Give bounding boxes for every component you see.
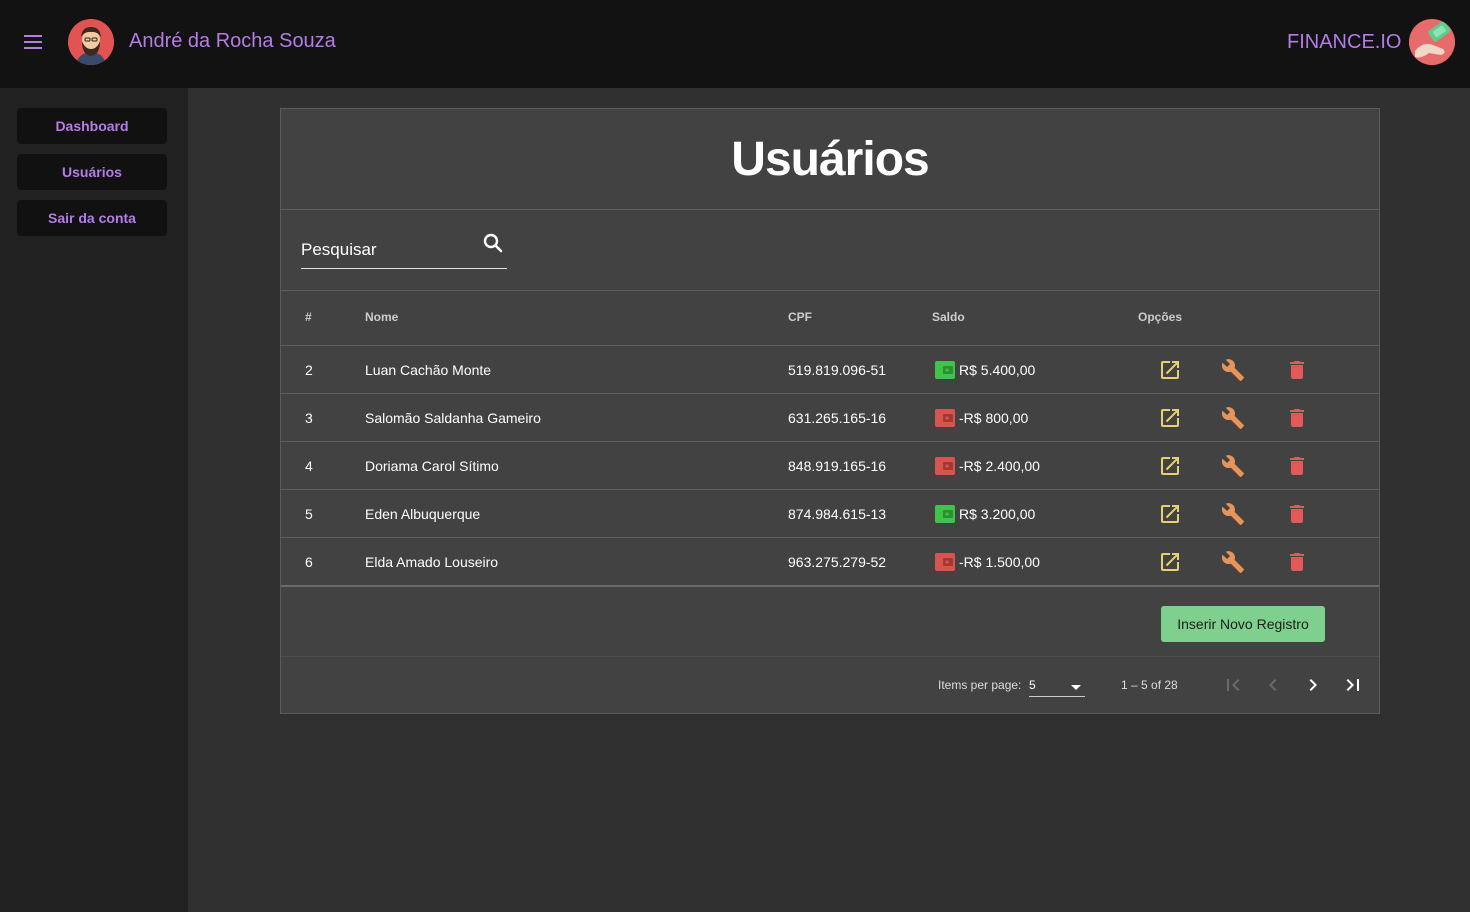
row-saldo: R$ 3.200,00	[959, 506, 1036, 522]
sidebar-item-logout[interactable]: Sair da conta	[17, 200, 167, 236]
trash-icon[interactable]	[1285, 502, 1309, 526]
trash-icon[interactable]	[1285, 358, 1309, 382]
wrench-icon[interactable]	[1221, 454, 1245, 478]
column-header-saldo[interactable]: Saldo	[932, 310, 965, 324]
sidebar: Dashboard Usuários Sair da conta	[0, 88, 188, 912]
row-id: 5	[305, 506, 313, 522]
sidebar-item-dashboard[interactable]: Dashboard	[17, 108, 167, 144]
column-header-cpf[interactable]: CPF	[788, 310, 812, 324]
open-in-new-icon[interactable]	[1158, 550, 1182, 574]
row-cpf: 963.275.279-52	[788, 554, 887, 570]
trash-icon[interactable]	[1285, 406, 1309, 430]
divider	[281, 656, 1379, 657]
next-page-icon[interactable]	[1301, 673, 1325, 697]
table-row: 5 Eden Albuquerque 874.984.615-13 R$ 3.2…	[281, 489, 1379, 537]
row-saldo: -R$ 1.500,00	[959, 554, 1040, 570]
divider	[281, 209, 1379, 210]
row-saldo: -R$ 2.400,00	[959, 458, 1040, 474]
row-cpf: 519.819.096-51	[788, 362, 887, 378]
row-cpf: 874.984.615-13	[788, 506, 887, 522]
divider	[281, 585, 1379, 587]
row-nome: Elda Amado Louseiro	[365, 554, 499, 570]
row-id: 3	[305, 410, 313, 426]
divider	[281, 290, 1379, 291]
previous-page-icon[interactable]	[1261, 673, 1285, 697]
first-page-icon[interactable]	[1221, 673, 1245, 697]
last-page-icon[interactable]	[1341, 673, 1365, 697]
wrench-icon[interactable]	[1221, 358, 1245, 382]
wrench-icon[interactable]	[1221, 406, 1245, 430]
open-in-new-icon[interactable]	[1158, 358, 1182, 382]
row-id: 6	[305, 554, 313, 570]
row-cpf: 848.919.165-16	[788, 458, 887, 474]
row-nome: Eden Albuquerque	[365, 506, 481, 522]
row-nome: Doriama Carol Sítimo	[365, 458, 499, 474]
sidebar-item-usuarios[interactable]: Usuários	[17, 154, 167, 190]
chevron-down-icon	[1071, 685, 1081, 690]
wrench-icon[interactable]	[1221, 550, 1245, 574]
row-id: 4	[305, 458, 313, 474]
row-nome: Salomão Saldanha Gameiro	[365, 410, 541, 426]
user-name: André da Rocha Souza	[129, 30, 336, 52]
pagination-range: 1 – 5 of 28	[1121, 678, 1178, 692]
table-row: 3 Salomão Saldanha Gameiro 631.265.165-1…	[281, 393, 1379, 441]
trash-icon[interactable]	[1285, 550, 1309, 574]
items-per-page-select[interactable]: 5	[1029, 675, 1085, 697]
table-row: 6 Elda Amado Louseiro 963.275.279-52 -R$…	[281, 537, 1379, 585]
open-in-new-icon[interactable]	[1158, 406, 1182, 430]
open-in-new-icon[interactable]	[1158, 502, 1182, 526]
search-input[interactable]	[301, 239, 471, 261]
wallet-positive-icon	[935, 505, 955, 523]
column-header-id[interactable]: #	[305, 310, 312, 324]
items-per-page-value: 5	[1029, 678, 1036, 692]
brand-logo-icon	[1409, 19, 1455, 65]
column-header-nome[interactable]: Nome	[365, 310, 398, 324]
users-card: Usuários # Nome CPF Saldo Opções 2 Luan …	[280, 108, 1380, 714]
insert-record-button[interactable]: Inserir Novo Registro	[1161, 606, 1325, 642]
top-toolbar: André da Rocha Souza FINANCE.IO	[0, 0, 1470, 88]
brand-name: FINANCE.IO	[1287, 31, 1402, 53]
open-in-new-icon[interactable]	[1158, 454, 1182, 478]
table-row: 2 Luan Cachão Monte 519.819.096-51 R$ 5.…	[281, 345, 1379, 393]
trash-icon[interactable]	[1285, 454, 1309, 478]
wrench-icon[interactable]	[1221, 502, 1245, 526]
wallet-negative-icon	[935, 409, 955, 427]
page-title: Usuários	[731, 132, 929, 186]
wallet-positive-icon	[935, 361, 955, 379]
search-icon[interactable]	[481, 231, 505, 255]
avatar[interactable]	[68, 19, 114, 65]
row-nome: Luan Cachão Monte	[365, 362, 492, 378]
menu-icon[interactable]	[20, 28, 46, 56]
wallet-negative-icon	[935, 457, 955, 475]
search-field	[301, 229, 507, 269]
wallet-negative-icon	[935, 553, 955, 571]
items-per-page-label: Items per page:	[938, 678, 1022, 692]
row-id: 2	[305, 362, 313, 378]
row-saldo: R$ 5.400,00	[959, 362, 1036, 378]
table-row: 4 Doriama Carol Sítimo 848.919.165-16 -R…	[281, 441, 1379, 489]
row-saldo: -R$ 800,00	[959, 410, 1029, 426]
column-header-opcoes: Opções	[1138, 310, 1183, 324]
row-cpf: 631.265.165-16	[788, 410, 887, 426]
